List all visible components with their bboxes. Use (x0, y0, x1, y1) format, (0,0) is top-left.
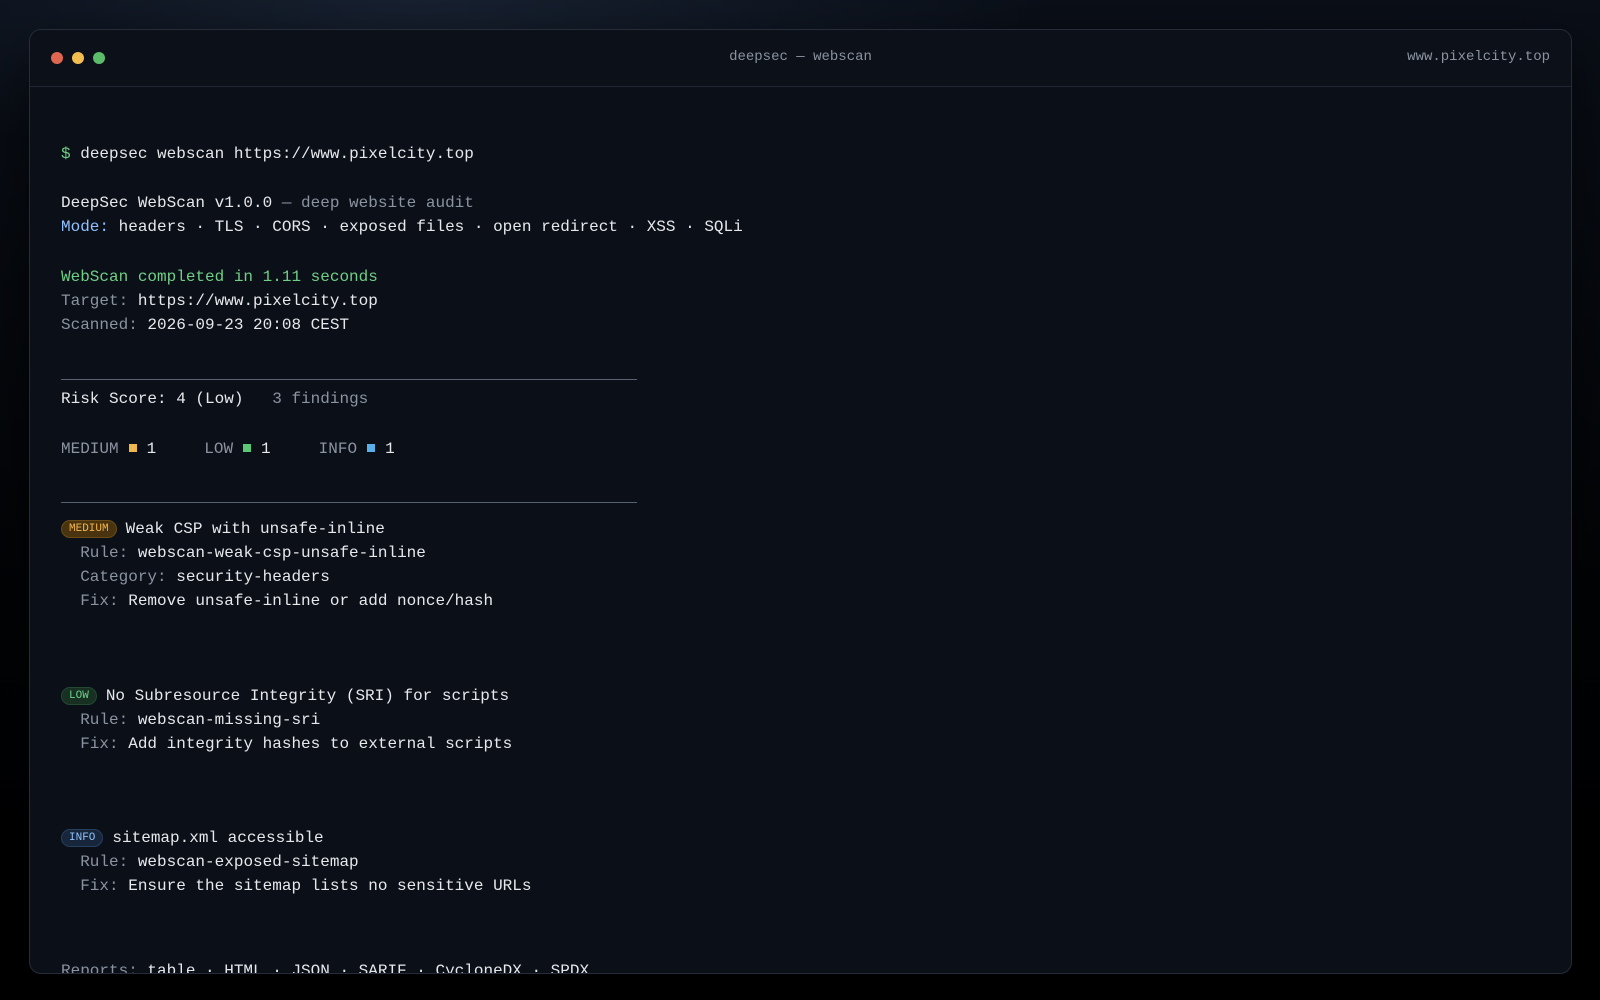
category-label: Category: (80, 568, 167, 586)
fix-label: Fix: (80, 592, 119, 610)
info-square-icon (367, 443, 376, 452)
reports-line: Reports: table · HTML · JSON · SARIF · C… (61, 961, 590, 974)
rule-label: Rule: (80, 544, 129, 562)
finding-title-line: INFO sitemap.xml accessible (61, 828, 324, 848)
finding-rule: Rule: webscan-weak-csp-unsafe-inline (61, 543, 426, 563)
severity-badge-low: LOW (61, 687, 97, 705)
scanned-label: Scanned: (61, 316, 138, 334)
category-value: security-headers (166, 568, 330, 586)
rule-value: webscan-exposed-sitemap (128, 853, 359, 871)
finding-title: No Subresource Integrity (SRI) for scrip… (105, 687, 510, 705)
fix-value: Add integrity hashes to external scripts (118, 735, 513, 753)
medium-square-icon (128, 443, 137, 452)
prompt-symbol: $ (61, 145, 71, 163)
mode-label: Mode: (61, 218, 110, 236)
fix-label: Fix: (80, 877, 119, 895)
fix-label: Fix: (80, 735, 119, 753)
finding-title: sitemap.xml accessible (112, 829, 324, 847)
finding-rule: Rule: webscan-missing-sri (61, 710, 320, 730)
finding-title-line: LOW No Subresource Integrity (SRI) for sc… (61, 686, 509, 706)
terminal-window: deepsec — webscan www.pixelcity.top $ de… (29, 29, 1572, 974)
finding-category: Category: security-headers (61, 567, 330, 587)
finding-rule: Rule: webscan-exposed-sitemap (61, 852, 359, 872)
risk-line: Risk Score: 4 (Low) 3 findings (61, 389, 368, 409)
tool-subtitle: — deep website audit (272, 194, 474, 212)
low-square-icon (243, 443, 252, 452)
severity-counts: MEDIUM 1 LOW 1 INFO 1 (61, 439, 395, 459)
finding-fix: Fix: Add integrity hashes to external sc… (61, 734, 512, 754)
fix-value: Remove unsafe-inline or add nonce/hash (118, 592, 494, 610)
severity-label-low: LOW (204, 440, 234, 458)
reports-label: Reports: (61, 962, 138, 974)
severity-badge-info: INFO (61, 829, 104, 847)
mode-line: Mode: headers · TLS · CORS · exposed fil… (61, 217, 743, 237)
window-title: deepsec — webscan (729, 49, 872, 65)
target-value: https://www.pixelcity.top (128, 292, 378, 310)
target-label: Target: (61, 292, 129, 310)
finding-title: Weak CSP with unsafe-inline (125, 520, 385, 538)
findings-count: 3 findings (272, 390, 369, 408)
finding-fix: Fix: Ensure the sitemap lists no sensiti… (61, 876, 531, 896)
window-host: www.pixelcity.top (1407, 49, 1550, 65)
divider (61, 502, 637, 503)
finding-fix: Fix: Remove unsafe-inline or add nonce/h… (61, 591, 493, 611)
severity-badge-medium: MEDIUM (61, 520, 117, 538)
severity-count-low: 1 (261, 440, 271, 458)
terminal-output[interactable]: $ deepsec webscan https://www.pixelcity.… (61, 87, 1551, 973)
reports-value: table · HTML · JSON · SARIF · CycloneDX … (137, 962, 590, 974)
finding-title-line: MEDIUM Weak CSP with unsafe-inline (61, 519, 385, 539)
tool-name: DeepSec WebScan v1.0.0 (61, 194, 273, 212)
fix-value: Ensure the sitemap lists no sensitive UR… (118, 877, 532, 895)
rule-label: Rule: (80, 853, 129, 871)
severity-label-info: INFO (318, 440, 358, 458)
severity-count-medium: 1 (146, 440, 157, 458)
rule-value: webscan-missing-sri (128, 711, 321, 729)
title-bar: deepsec — webscan www.pixelcity.top (30, 30, 1571, 87)
command-text: deepsec webscan https://www.pixelcity.to… (80, 145, 474, 163)
banner-line: DeepSec WebScan v1.0.0 — deep website au… (61, 193, 474, 213)
risk-score: Risk Score: 4 (Low) (61, 390, 244, 408)
mode-value: headers · TLS · CORS · exposed files · o… (109, 218, 743, 236)
divider (61, 379, 637, 380)
severity-label-medium: MEDIUM (61, 440, 119, 458)
completed-line: WebScan completed in 1.11 seconds (61, 268, 378, 286)
target-line: Target: https://www.pixelcity.top (61, 291, 378, 311)
command-line: $ deepsec webscan https://www.pixelcity.… (61, 144, 474, 164)
scanned-value: 2026-09-23 20:08 CEST (137, 316, 350, 334)
rule-value: webscan-weak-csp-unsafe-inline (128, 544, 426, 562)
rule-label: Rule: (80, 711, 129, 729)
scanned-line: Scanned: 2026-09-23 20:08 CEST (61, 315, 349, 335)
severity-count-info: 1 (385, 440, 395, 458)
